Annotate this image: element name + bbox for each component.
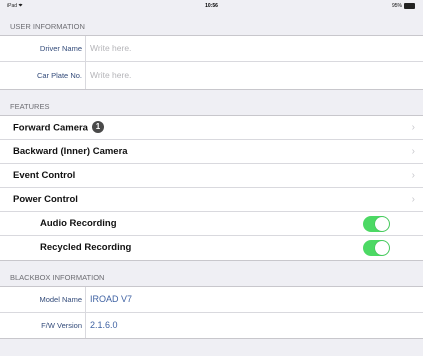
section-title: BLACKBOX INFORMATION bbox=[10, 273, 105, 282]
recycled-recording-label: Recycled Recording bbox=[40, 242, 132, 253]
fw-version-value: 2.1.6.0 bbox=[90, 320, 118, 330]
recycled-recording-row: Recycled Recording bbox=[0, 236, 423, 260]
chevron-right-icon: › bbox=[411, 194, 415, 205]
car-plate-row: Car Plate No. Write here. bbox=[0, 62, 423, 89]
section-title: FEATURES bbox=[10, 102, 50, 111]
chevron-right-icon: › bbox=[411, 122, 415, 133]
forward-camera-text: Forward Camera bbox=[13, 122, 88, 134]
chevron-right-icon: › bbox=[411, 146, 415, 157]
forward-camera-row[interactable]: Forward Camera 1 › bbox=[0, 116, 423, 140]
forward-camera-label: Forward Camera 1 bbox=[13, 121, 104, 134]
status-battery: 95% bbox=[392, 0, 415, 12]
model-name-row: Model Name IROAD V7 bbox=[0, 287, 423, 313]
status-bar: iPad 10:56 95% bbox=[0, 0, 423, 12]
audio-recording-toggle[interactable] bbox=[363, 216, 390, 232]
battery-percent: 95% bbox=[391, 3, 402, 9]
power-control-row[interactable]: Power Control › bbox=[0, 188, 423, 212]
power-control-label: Power Control bbox=[13, 194, 78, 205]
section-header-blackbox: BLACKBOX INFORMATION bbox=[0, 260, 423, 287]
model-name-label: Model Name bbox=[39, 295, 82, 304]
backward-camera-label: Backward (Inner) Camera bbox=[13, 146, 128, 157]
section-title: USER INFORMATION bbox=[10, 22, 85, 31]
battery-icon bbox=[404, 3, 415, 9]
toggle-knob bbox=[375, 241, 389, 255]
section-header-user-info: USER INFORMATION bbox=[0, 17, 423, 36]
fw-version-row: F/W Version 2.1.6.0 bbox=[0, 313, 423, 339]
audio-recording-row: Audio Recording bbox=[0, 212, 423, 236]
section-header-features: FEATURES bbox=[0, 89, 423, 116]
row-divider bbox=[85, 313, 86, 338]
chevron-right-icon: › bbox=[411, 170, 415, 181]
audio-recording-label: Audio Recording bbox=[40, 218, 117, 229]
event-control-row[interactable]: Event Control › bbox=[0, 164, 423, 188]
row-divider bbox=[85, 287, 86, 313]
callout-badge: 1 bbox=[91, 121, 104, 133]
recycled-recording-toggle[interactable] bbox=[363, 240, 390, 256]
car-plate-field[interactable]: Write here. bbox=[90, 70, 131, 80]
driver-name-field[interactable]: Write here. bbox=[90, 43, 131, 53]
backward-camera-row[interactable]: Backward (Inner) Camera › bbox=[0, 140, 423, 164]
car-plate-label: Car Plate No. bbox=[36, 71, 82, 80]
model-name-value: IROAD V7 bbox=[90, 294, 133, 304]
fw-version-label: F/W Version bbox=[41, 321, 82, 330]
row-divider bbox=[85, 62, 86, 89]
driver-name-label: Driver Name bbox=[39, 44, 82, 53]
event-control-label: Event Control bbox=[13, 170, 76, 181]
status-time: 10:56 bbox=[205, 3, 218, 9]
driver-name-row: Driver Name Write here. bbox=[0, 36, 423, 62]
toggle-knob bbox=[375, 217, 389, 231]
row-divider bbox=[85, 36, 86, 62]
